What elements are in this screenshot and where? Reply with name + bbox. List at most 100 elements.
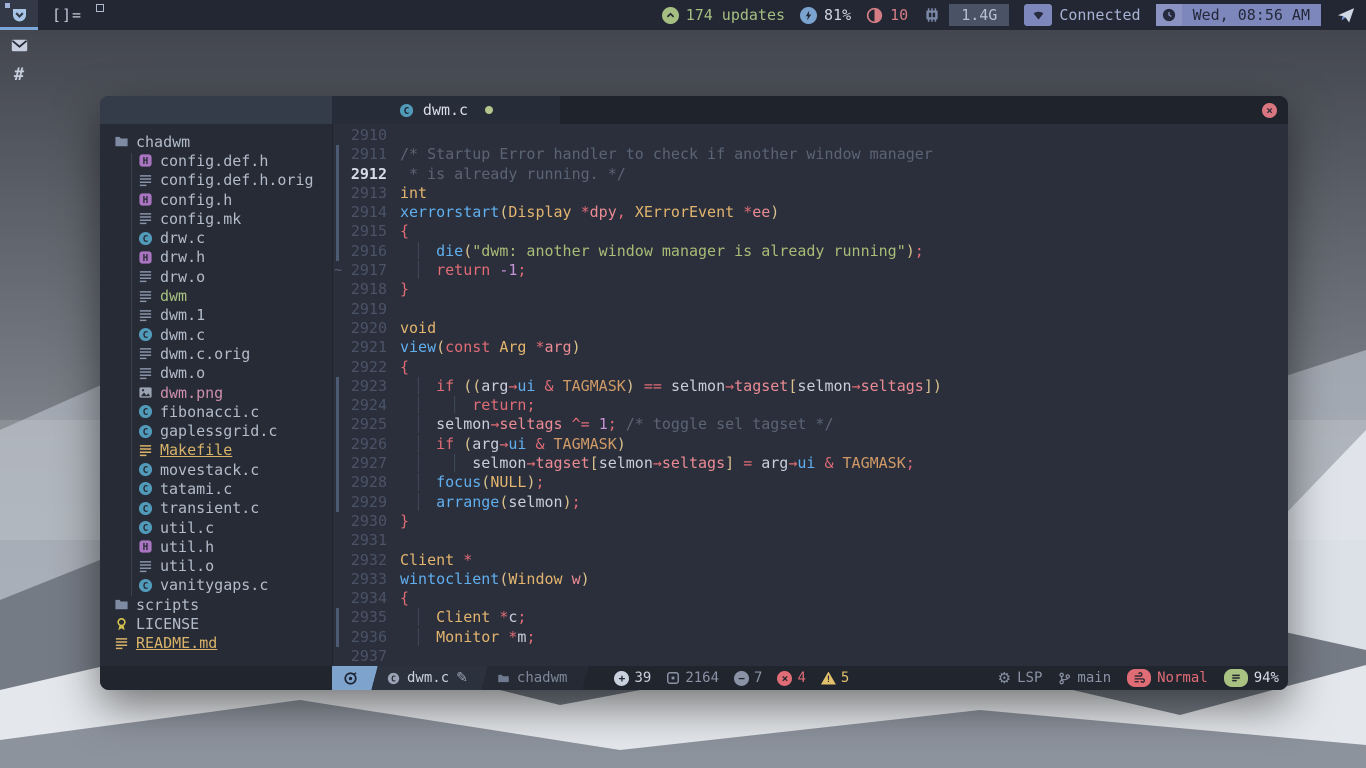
network-module[interactable]: Connected: [1024, 4, 1140, 26]
warning-triangle-icon: !: [821, 672, 836, 685]
tree-item-dwm.png[interactable]: dwm.png: [100, 383, 332, 402]
send-tray-icon[interactable]: [1336, 5, 1356, 25]
git-sign-empty: [333, 512, 343, 531]
clock-module[interactable]: Wed, 08:56 AM: [1156, 4, 1321, 26]
tree-item-movestack.c[interactable]: Cmovestack.c: [100, 460, 332, 479]
workspace-tag-pocket[interactable]: [0, 0, 38, 30]
code-line-2920[interactable]: 2920void: [333, 319, 1288, 338]
code-line-2935[interactable]: 2935 ▏ Client *c;: [333, 608, 1288, 627]
editor-window: C dwm.c × chadwmHconfig.def.hconfig.def.…: [100, 96, 1288, 690]
c-icon: C: [138, 520, 153, 535]
tree-item-vanitygaps.c[interactable]: Cvanitygaps.c: [100, 576, 332, 595]
line-number: 2936: [343, 628, 400, 647]
code-line-2919[interactable]: 2919: [333, 300, 1288, 319]
workspace-tag-mail[interactable]: [0, 30, 38, 60]
code-line-2923[interactable]: 2923 ▏ if ((arg→ui & TAGMASK) == selmon→…: [333, 377, 1288, 396]
code-line-2930[interactable]: 2930}: [333, 512, 1288, 531]
code-line-2925[interactable]: 2925 ▏ selmon→seltags ^= 1; /* toggle se…: [333, 415, 1288, 434]
tree-item-drw.o[interactable]: drw.o: [100, 267, 332, 286]
code-line-2918[interactable]: 2918}: [333, 280, 1288, 299]
code-line-2916[interactable]: 2916 ▏ die("dwm: another window manager …: [333, 242, 1288, 261]
tree-item-scripts[interactable]: scripts: [100, 595, 332, 614]
svg-text:C: C: [143, 523, 149, 534]
code-line-2913[interactable]: 2913int: [333, 184, 1288, 203]
tree-item-drw.h[interactable]: Hdrw.h: [100, 248, 332, 267]
tree-item-util.o[interactable]: util.o: [100, 557, 332, 576]
git-sign-bar: [333, 242, 343, 261]
file-icon: [138, 269, 153, 284]
code-line-2912[interactable]: 2912 * is already running. */: [333, 165, 1288, 184]
code-text: void: [400, 319, 436, 338]
code-line-2922[interactable]: 2922{: [333, 358, 1288, 377]
tree-item-dwm.1[interactable]: dwm.1: [100, 306, 332, 325]
layout-symbol[interactable]: []=: [52, 6, 82, 24]
tree-item-dwm.o[interactable]: dwm.o: [100, 364, 332, 383]
tree-item-fibonacci.c[interactable]: Cfibonacci.c: [100, 402, 332, 421]
tree-item-config.def.h.orig[interactable]: config.def.h.orig: [100, 171, 332, 190]
updates-module[interactable]: 174 updates: [662, 6, 785, 24]
battery-bolt-icon: [800, 7, 817, 24]
line-number: 2935: [343, 608, 400, 627]
tab-dwm-c[interactable]: C dwm.c: [332, 96, 560, 124]
code-line-2911[interactable]: 2911/* Startup Error handler to check if…: [333, 145, 1288, 164]
network-status: Connected: [1059, 6, 1140, 24]
battery-module[interactable]: 81%: [800, 6, 851, 24]
code-line-2929[interactable]: 2929 ▏ arrange(selmon);: [333, 493, 1288, 512]
tree-item-transient.c[interactable]: Ctransient.c: [100, 499, 332, 518]
code-line-2910[interactable]: 2910: [333, 126, 1288, 145]
git-added-stat: + 39: [614, 670, 651, 686]
temperature-module[interactable]: 10: [866, 6, 908, 24]
git-sign-bar: [333, 222, 343, 241]
svg-text:C: C: [143, 504, 149, 515]
code-line-2926[interactable]: 2926 ▏ if (arg→ui & TAGMASK): [333, 435, 1288, 454]
code-line-2931[interactable]: 2931: [333, 531, 1288, 550]
workspace-tag-hash[interactable]: #: [0, 60, 38, 90]
code-line-2915[interactable]: 2915{: [333, 222, 1288, 241]
file-icon: [138, 211, 153, 226]
code-line-2937[interactable]: 2937: [333, 647, 1288, 666]
code-line-2928[interactable]: 2928 ▏ focus(NULL);: [333, 473, 1288, 492]
code-line-2932[interactable]: 2932Client *: [333, 551, 1288, 570]
tree-item-config.def.h[interactable]: Hconfig.def.h: [100, 151, 332, 170]
tree-item-dwm.c.orig[interactable]: dwm.c.orig: [100, 344, 332, 363]
close-buffer-button[interactable]: ×: [1262, 103, 1277, 118]
tree-item-drw.c[interactable]: Cdrw.c: [100, 228, 332, 247]
tree-item-dwm.c[interactable]: Cdwm.c: [100, 325, 332, 344]
code-line-2934[interactable]: 2934{: [333, 589, 1288, 608]
tree-item-util.h[interactable]: Hutil.h: [100, 537, 332, 556]
tab-bar: C dwm.c ×: [100, 96, 1288, 124]
tree-item-config.h[interactable]: Hconfig.h: [100, 190, 332, 209]
tree-item-label: drw.h: [160, 248, 205, 266]
tree-item-label: config.mk: [160, 210, 241, 228]
tree-item-config.mk[interactable]: config.mk: [100, 209, 332, 228]
tree-item-LICENSE[interactable]: LICENSE: [100, 614, 332, 633]
modified-dot-icon: [485, 106, 493, 114]
tree-item-label: dwm.c: [160, 326, 205, 344]
git-sign-bar: [333, 377, 343, 396]
file-icon: [138, 289, 153, 304]
code-line-2917[interactable]: ~2917 ▏ return -1;: [333, 261, 1288, 280]
tree-item-label: dwm.o: [160, 364, 205, 382]
tree-item-dwm[interactable]: dwm: [100, 286, 332, 305]
code-line-2924[interactable]: 2924 ▏ ▏ return;: [333, 396, 1288, 415]
diagnostics-warnings: ! 5: [821, 670, 849, 686]
tree-item-util.c[interactable]: Cutil.c: [100, 518, 332, 537]
line-number: 2917: [343, 261, 400, 280]
error-x-icon: ×: [777, 671, 792, 686]
tree-item-Makefile[interactable]: Makefile: [100, 441, 332, 460]
code-line-2936[interactable]: 2936 ▏ Monitor *m;: [333, 628, 1288, 647]
code-text: view(const Arg *arg): [400, 338, 581, 357]
tree-item-gaplessgrid.c[interactable]: Cgaplessgrid.c: [100, 421, 332, 440]
tree-item-tatami.c[interactable]: Ctatami.c: [100, 479, 332, 498]
code-line-2914[interactable]: 2914xerrorstart(Display *dpy, XErrorEven…: [333, 203, 1288, 222]
memory-module[interactable]: 1.4G: [923, 4, 1009, 26]
code-line-2933[interactable]: 2933wintoclient(Window w): [333, 570, 1288, 589]
line-number: 2915: [343, 222, 400, 241]
code-text: ▏ Monitor *m;: [400, 628, 535, 647]
code-line-2927[interactable]: 2927 ▏ ▏ selmon→tagset[selmon→seltags] =…: [333, 454, 1288, 473]
window-title-indicator: [96, 4, 104, 12]
line-number: 2927: [343, 454, 400, 473]
code-line-2921[interactable]: 2921view(const Arg *arg): [333, 338, 1288, 357]
tree-item-chadwm[interactable]: chadwm: [100, 132, 332, 151]
tree-item-README.md[interactable]: README.md: [100, 634, 332, 653]
